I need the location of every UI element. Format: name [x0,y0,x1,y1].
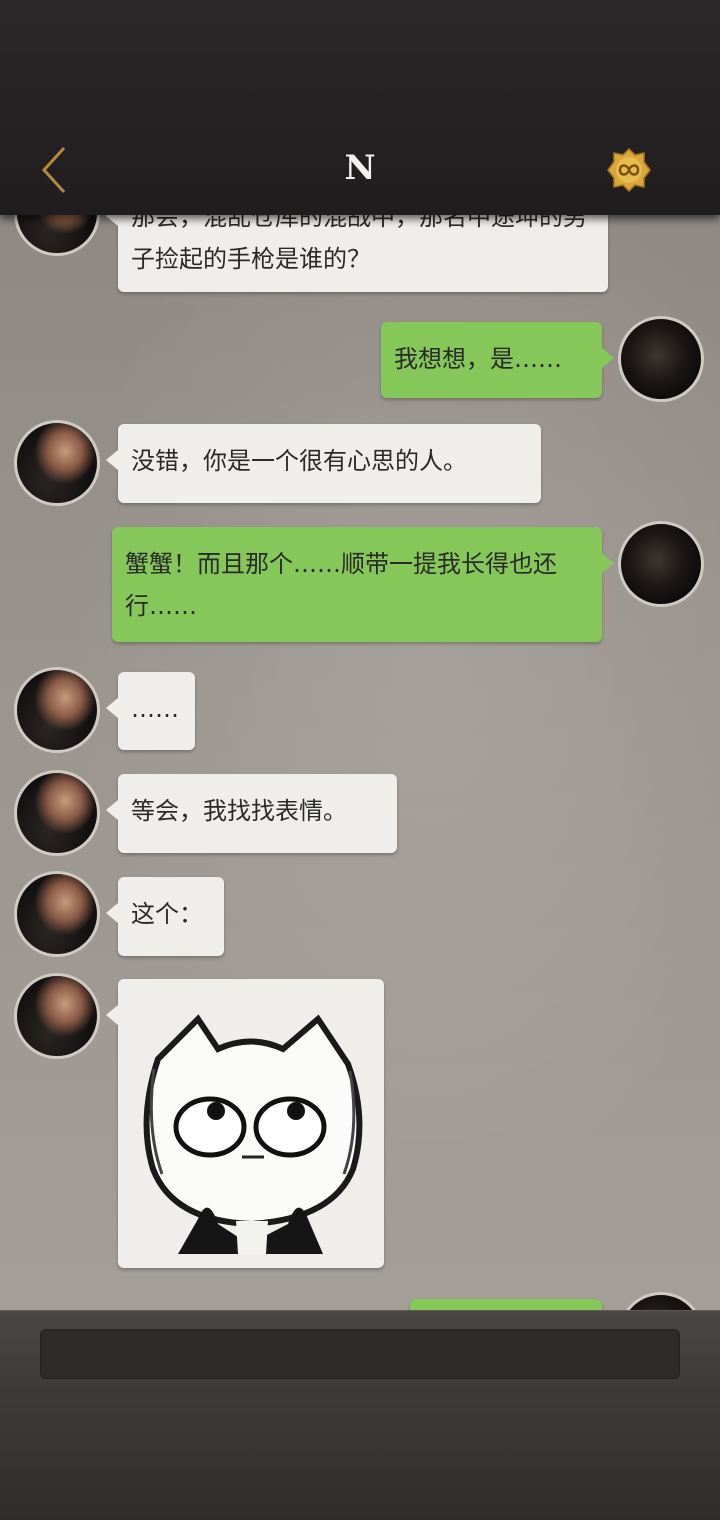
contact-avatar[interactable] [14,770,100,856]
bottom-panel [0,1400,720,1520]
sticker-message[interactable] [106,979,384,1268]
message-bubble-incoming[interactable]: 这个： [106,877,224,956]
user-avatar[interactable] [618,316,704,402]
top-bar: N [0,0,720,215]
message-bubble-outgoing[interactable]: 我想想，是…… [381,322,614,398]
message-input[interactable] [40,1329,680,1379]
message-bubble-incoming[interactable]: 没错，你是一个很有心思的人。 [106,424,541,503]
message-text: 那会，混乱仓库的混战中，那名中途坤的男子捡起的手枪是谁的？ [131,215,587,273]
infinity-badge-icon [607,147,651,193]
contact-avatar[interactable] [14,973,100,1059]
message-bubble-incoming[interactable]: …… [106,672,195,750]
message-bubble-incoming[interactable]: 那会，混乱仓库的混战中，那名中途坤的男子捡起的手枪是谁的？ [106,215,608,292]
user-avatar[interactable] [618,521,704,607]
message-text: 这个： [131,900,203,928]
message-text: …… [131,695,179,723]
message-text: 我想想，是…… [394,345,562,373]
contact-avatar[interactable] [14,871,100,957]
contact-avatar[interactable] [14,420,100,506]
infinity-badge-button[interactable] [606,147,652,193]
contact-avatar[interactable] [14,667,100,753]
input-area [0,1310,720,1401]
contact-avatar[interactable] [14,215,100,256]
message-text: 蟹蟹！而且那个……顺带一提我长得也还行…… [125,550,557,620]
user-avatar[interactable] [618,1292,704,1310]
message-bubble-outgoing[interactable]: 蟹蟹！而且那个……顺带一提我长得也还行…… [112,527,614,642]
message-bubble-incoming[interactable]: 等会，我找找表情。 [106,774,397,853]
cat-rolling-eyes-sticker [143,1014,363,1254]
chat-area[interactable]: 那会，混乱仓库的混战中，那名中途坤的男子捡起的手枪是谁的？ 我想想，是…… 没错… [0,215,720,1310]
message-text: 等会，我找找表情。 [131,797,347,825]
message-text: 没错，你是一个很有心思的人。 [131,447,467,475]
message-bubble-outgoing-partial[interactable] [410,1299,602,1310]
